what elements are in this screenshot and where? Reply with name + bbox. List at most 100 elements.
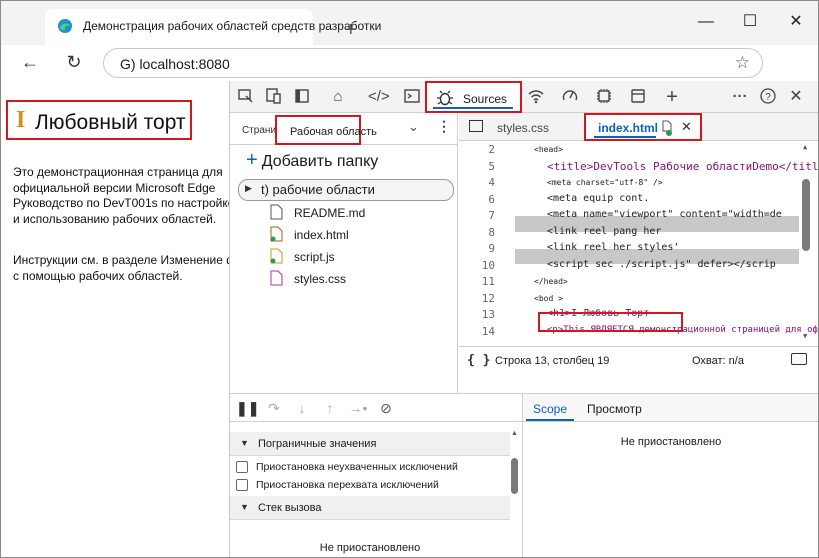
line-number: 8 [488,225,495,239]
help-icon[interactable]: ? [758,87,778,107]
pause-caught-label: Приостановка перехвата исключений [256,479,439,491]
pause-icon[interactable]: ❚❚ [236,398,259,418]
application-window-icon[interactable] [628,87,648,107]
tab-watch[interactable]: Просмотр [587,402,642,416]
step-into-icon[interactable]: ↓ [292,398,312,418]
line-number: 9 [488,242,495,255]
code-line: 12 <bod > [459,290,799,307]
deactivate-breakpoints-icon[interactable]: ⊘ [376,398,396,418]
tab-index-html[interactable]: index.html ✕ [584,113,702,141]
line-text: <link reel her styles' [547,242,680,253]
css-file-icon [270,270,283,286]
file-item-index[interactable]: index.html [270,225,450,245]
debugger-scrollbar[interactable]: ▲ [510,430,518,552]
close-window-icon[interactable]: ✕ [781,9,811,35]
code-line: 9 <link reel her styles' [459,240,799,257]
network-wifi-icon[interactable] [526,87,546,107]
scrollbar-thumb[interactable] [511,458,518,494]
line-number: 6 [488,192,495,206]
memory-chip-icon[interactable] [594,87,614,107]
scope-status: Не приостановлено [620,436,722,448]
scroll-down-icon[interactable]: ▼ [803,332,807,340]
active-tab-indicator [433,107,513,109]
breakpoints-section-header[interactable]: ▼ Пограничные значения [230,432,510,456]
more-options-icon[interactable]: ··· [730,87,750,107]
svg-text:?: ? [765,92,771,103]
editor-tabs: styles.css index.html ✕ [459,113,818,141]
more-tools-plus-icon[interactable]: + [662,87,682,107]
expand-triangle-icon[interactable]: ▶ [245,183,252,194]
device-emulation-icon[interactable] [264,87,284,107]
navigator-tabs: Страница Рабочая область ⌄ ⋮ [230,113,458,145]
code-line: 6 <meta equip cont. [459,191,799,208]
code-line: 10 <script sec ./script.js" defer></scri… [459,257,799,274]
heading-highlight: I Любовный торт [6,100,192,140]
welcome-home-icon[interactable]: ⌂ [328,87,348,107]
step-out-icon[interactable]: ↑ [320,398,340,418]
edge-logo-icon [58,19,72,33]
inspect-element-icon[interactable] [236,87,256,107]
add-folder-button[interactable]: + Добавить папку [246,149,378,172]
pause-uncaught-checkbox[interactable] [236,461,248,473]
file-name: styles.css [294,272,347,286]
line-number: 4 [488,176,495,189]
toggle-navigator-icon[interactable] [469,120,483,132]
scroll-up-icon[interactable]: ▲ [511,430,518,437]
breakpoints-title: Пограничные значения [258,438,377,450]
maximize-icon[interactable]: ☐ [735,9,765,35]
text-cursor-glyph: I [16,107,26,133]
sources-label: Sources [463,92,508,106]
close-devtools-icon[interactable]: ✕ [786,87,806,107]
pause-caught-checkbox[interactable] [236,479,248,491]
minimize-icon[interactable]: — [691,9,721,35]
kebab-menu-icon[interactable]: ⋮ [437,118,451,135]
line-text: <script sec ./script.js" defer></scrip [547,258,776,270]
screenshot-icon[interactable] [791,353,807,365]
workspace-folder-row[interactable]: ▶ t) рабочие области [238,179,454,201]
refresh-icon[interactable]: ↻ [61,51,87,75]
cursor-position: Строка 13, столбец 19 [495,355,610,367]
back-icon[interactable]: ← [17,51,43,75]
active-tab-indicator [526,419,574,421]
file-name: script.js [294,250,335,264]
js-file-icon [270,248,283,264]
title-bar: Демонстрация рабочих областей средств ра… [1,1,818,45]
step-icon[interactable]: →• [348,398,368,418]
chevron-down-icon[interactable]: ⌄ [408,119,419,135]
tab-styles-css[interactable]: styles.css [497,121,549,135]
scroll-up-icon[interactable]: ▲ [803,143,807,151]
tab-scope[interactable]: Scope [533,402,567,416]
console-tool-icon[interactable] [402,87,422,107]
code-line: 7 <meta name="viewport" content="width=d… [459,207,799,224]
address-bar[interactable]: G) localhost:8080 ☆ [103,48,763,78]
file-item-readme[interactable]: README.md [270,203,450,223]
pretty-print-icon[interactable]: { } [467,353,490,368]
code-line: 2 <head> [459,141,799,158]
file-item-script[interactable]: script.js [270,247,450,267]
vertical-scrollbar[interactable] [802,179,810,251]
tab-workspace[interactable]: Рабочая область [275,115,377,145]
favorite-star-icon[interactable]: ☆ [735,53,750,73]
line-text: <meta equip cont. [547,192,650,204]
line-text: <title>DevTools Рабочие областиDemo</tit… [547,159,819,173]
browser-window: Демонстрация рабочих областей средств ра… [0,0,819,558]
step-over-icon[interactable]: ↷ [264,398,284,418]
line-text: <bod > [534,293,563,303]
line-number: 5 [488,159,495,173]
devtools-panel: ⌂ </> Sources + ··· ? ✕ Страница Рабочая… [229,81,819,557]
new-tab-icon[interactable]: + [345,20,357,40]
line-text: <meta name="viewport" content="width=de [547,209,782,220]
close-tab-icon[interactable]: ✕ [681,119,692,135]
line-number: 12 [481,291,495,305]
elements-tool-icon[interactable]: </> [368,87,390,107]
page-heading: Любовный торт [35,111,186,134]
file-item-styles[interactable]: styles.css [270,269,450,289]
bug-icon [437,90,453,106]
debugger-toolbar: ❚❚ ↷ ↓ ↑ →• ⊘ [230,394,523,422]
browser-tab[interactable]: Демонстрация рабочих областей средств ра… [45,9,381,45]
add-folder-label: Добавить папку [261,153,379,170]
dock-side-icon[interactable] [292,87,312,107]
callstack-section-header[interactable]: ▼ Стек вызова [230,496,510,520]
tab-sources[interactable]: Sources [425,81,522,113]
performance-gauge-icon[interactable] [560,87,580,107]
